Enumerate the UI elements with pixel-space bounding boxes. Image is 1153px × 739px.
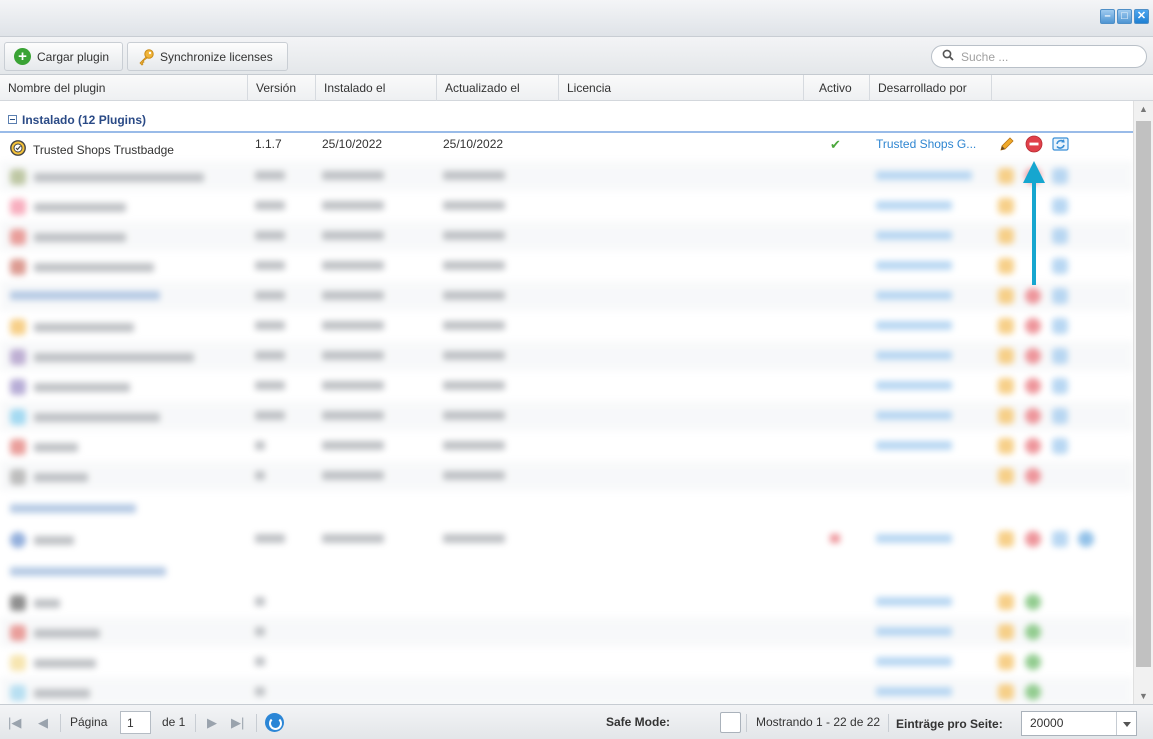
- per-page-select[interactable]: 20000: [1021, 711, 1137, 736]
- plugin-grid: Instalado (12 Plugins) Trusted Shops Tru…: [0, 101, 1133, 704]
- column-header-developer[interactable]: Desarrollado por: [870, 75, 992, 101]
- upload-plugin-button[interactable]: + Cargar plugin: [4, 42, 123, 71]
- blurred-row: [0, 161, 1133, 191]
- column-header-active[interactable]: Activo: [804, 75, 870, 101]
- table-row[interactable]: Trusted Shops Trustbadge 1.1.7 25/10/202…: [0, 133, 1133, 163]
- window-titlebar: – □ ✕: [0, 0, 1153, 37]
- group-header-installed[interactable]: Instalado (12 Plugins): [0, 103, 1133, 133]
- safe-mode-label: Safe Mode:: [606, 715, 671, 729]
- column-header-installed[interactable]: Instalado el: [316, 75, 437, 101]
- column-header-actions: [992, 75, 1153, 101]
- plugin-name: Trusted Shops Trustbadge: [33, 143, 174, 157]
- grid-header: Nombre del plugin Versión Instalado el A…: [0, 75, 1153, 101]
- plugin-updated-date: 25/10/2022: [443, 137, 504, 151]
- scroll-down-icon[interactable]: ▼: [1134, 688, 1153, 704]
- maximize-icon: □: [1121, 10, 1128, 22]
- sync-licenses-label: Synchronize licenses: [160, 49, 273, 64]
- plus-icon: +: [14, 48, 31, 65]
- column-header-updated[interactable]: Actualizado el: [437, 75, 559, 101]
- uninstall-icon[interactable]: [1025, 135, 1043, 156]
- vertical-scrollbar[interactable]: ▲ ▼: [1133, 101, 1153, 704]
- page-label: Página: [70, 715, 108, 729]
- per-page-label: Einträge pro Seite:: [896, 717, 1003, 731]
- key-icon: [137, 48, 154, 66]
- showing-count: Mostrando 1 - 22 de 22: [756, 715, 881, 729]
- blurred-plugin-rows: [0, 161, 1133, 704]
- trustbadge-icon: [10, 140, 26, 159]
- reinstall-icon[interactable]: [1051, 135, 1071, 156]
- last-page-icon[interactable]: ▶|: [231, 705, 244, 739]
- minimize-button[interactable]: –: [1100, 9, 1115, 24]
- column-header-version[interactable]: Versión: [248, 75, 316, 101]
- chevron-down-icon[interactable]: [1116, 712, 1136, 735]
- plugin-version: 1.1.7: [255, 137, 282, 151]
- annotation-arrow: [1023, 161, 1045, 285]
- plugin-installed-date: 25/10/2022: [322, 137, 383, 151]
- window-controls: – □ ✕: [1100, 9, 1149, 24]
- search-icon: [942, 49, 954, 64]
- search-box[interactable]: [931, 45, 1147, 68]
- close-button[interactable]: ✕: [1134, 9, 1149, 24]
- pagination-bar: |◀ ◀ Página de 1 ▶ ▶| Safe Mode: Mostran…: [0, 704, 1153, 739]
- group-title: Instalado (12 Plugins): [22, 113, 147, 127]
- next-page-icon[interactable]: ▶: [207, 705, 217, 739]
- column-header-name[interactable]: Nombre del plugin: [0, 75, 248, 101]
- close-icon: ✕: [1136, 10, 1147, 22]
- maximize-button[interactable]: □: [1117, 9, 1132, 24]
- scroll-thumb[interactable]: [1136, 121, 1151, 667]
- toolbar: + Cargar plugin Synchronize licenses: [0, 37, 1153, 75]
- safe-mode-checkbox[interactable]: [720, 712, 741, 733]
- edit-icon[interactable]: [998, 135, 1016, 156]
- per-page-value: 20000: [1030, 716, 1064, 730]
- collapse-icon[interactable]: [8, 115, 17, 124]
- refresh-icon[interactable]: [265, 713, 284, 732]
- active-check-icon: ✔: [830, 137, 841, 152]
- minimize-icon: –: [1104, 10, 1111, 22]
- page-number-input[interactable]: [120, 711, 151, 734]
- upload-plugin-label: Cargar plugin: [37, 49, 110, 64]
- developer-link[interactable]: Trusted Shops G...: [876, 137, 976, 151]
- sync-licenses-button[interactable]: Synchronize licenses: [127, 42, 288, 71]
- page-count-label: de 1: [162, 715, 186, 729]
- column-header-license[interactable]: Licencia: [559, 75, 804, 101]
- scroll-up-icon[interactable]: ▲: [1134, 101, 1153, 117]
- prev-page-icon[interactable]: ◀: [38, 705, 48, 739]
- search-input[interactable]: [961, 49, 1131, 64]
- first-page-icon[interactable]: |◀: [8, 705, 21, 739]
